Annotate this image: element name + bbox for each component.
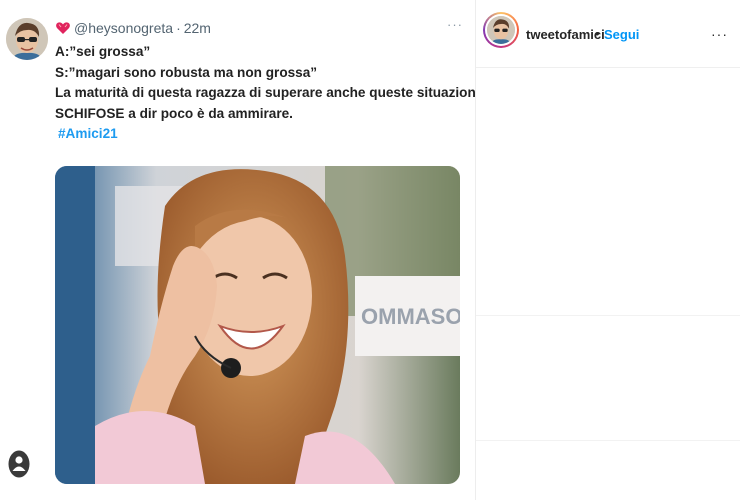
more-horizontal-icon[interactable]: ··· xyxy=(711,26,728,42)
tweet-handle[interactable]: @heysonogreta xyxy=(74,20,173,36)
profile-avatar[interactable] xyxy=(483,12,519,48)
tweet-separator: · xyxy=(176,20,181,36)
avatar-image xyxy=(6,18,48,60)
photo-sign-text: OMMASO xyxy=(361,304,460,329)
tweet-line: La maturità di questa ragazza di superar… xyxy=(55,85,476,100)
tweet-timestamp[interactable]: 22m xyxy=(184,20,211,36)
post-header: tweetofamici • Segui ··· xyxy=(476,0,740,68)
tweet-photo[interactable]: OMMASO xyxy=(55,166,460,484)
follow-button[interactable]: Segui xyxy=(604,27,639,42)
avatar-image xyxy=(487,16,515,44)
divider xyxy=(476,440,740,441)
tweet-line: S:”magari sono robusta ma non grossa” xyxy=(55,64,318,80)
more-horizontal-icon[interactable]: ··· xyxy=(447,17,463,32)
tweet-header: @heysonogreta · 22m xyxy=(55,18,211,38)
tweet-author-avatar[interactable] xyxy=(6,18,48,60)
tweet-card: @heysonogreta · 22m ··· A:”sei grossa” S… xyxy=(0,0,476,500)
red-heart-badge-icon xyxy=(55,20,71,36)
separator-dot: • xyxy=(595,26,600,41)
tweet-line: SCHIFOSE a dir poco è da ammirare. xyxy=(55,105,293,121)
tweet-line: A:”sei grossa” xyxy=(55,44,151,59)
divider xyxy=(476,315,740,316)
tweet-text: A:”sei grossa” S:”magari sono robusta ma… xyxy=(55,42,476,145)
instagram-post-panel: tweetofamici • Segui ··· xyxy=(476,0,740,500)
tweet-hashtag[interactable]: #Amici21 xyxy=(58,126,118,141)
user-profile-icon[interactable] xyxy=(8,450,30,478)
profile-username[interactable]: tweetofamici xyxy=(526,27,605,42)
